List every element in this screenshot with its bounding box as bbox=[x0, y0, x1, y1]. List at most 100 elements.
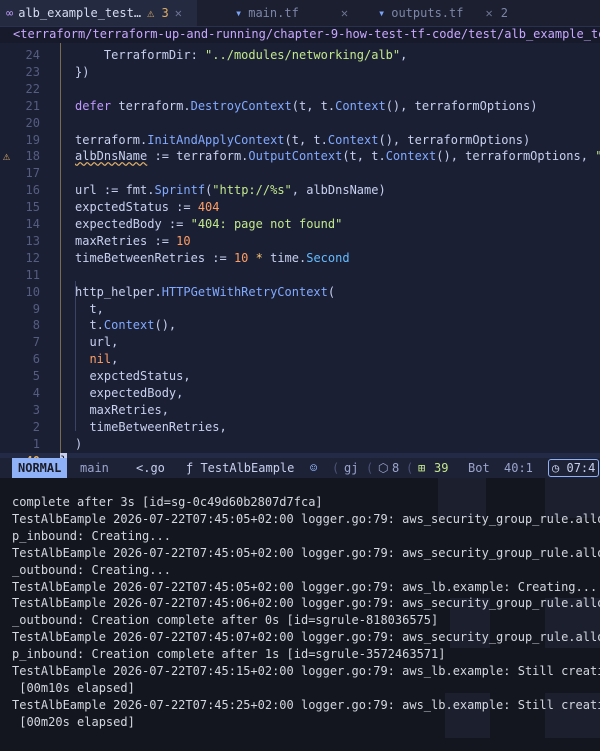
line-number: 23 bbox=[25, 64, 40, 79]
code-line[interactable]: 23}) bbox=[0, 64, 600, 81]
code-text: terraform.InitAndApplyContext(t, t.Conte… bbox=[75, 132, 531, 147]
line-number: 3 bbox=[32, 402, 40, 417]
code-line[interactable]: 6 nil, bbox=[0, 351, 600, 368]
tab-label: outputs.tf bbox=[391, 6, 464, 20]
code-text: nil, bbox=[89, 352, 119, 367]
filetype: <.go bbox=[136, 461, 165, 475]
line-number: 18 bbox=[25, 149, 40, 164]
terminal-line: _outbound: Creating... bbox=[12, 562, 171, 577]
code-line[interactable]: 24 TerraformDir: "../modules/networking/… bbox=[0, 47, 600, 64]
line-number: 9 bbox=[32, 301, 40, 316]
code-line[interactable]: 14 expectedBody := "404: page not found" bbox=[0, 216, 600, 233]
line-number: 6 bbox=[32, 352, 40, 367]
code-text: t.Context(), bbox=[75, 318, 177, 333]
line-number: 2 bbox=[32, 419, 40, 434]
code-line[interactable]: 5 expctedStatus, bbox=[0, 368, 600, 385]
close-icon[interactable]: ✕ bbox=[485, 6, 492, 20]
terminal-output[interactable]: complete after 3s [id=sg-0c49d60b2807d7f… bbox=[0, 478, 600, 751]
terminal-line: TestAlbEample 2026-07-22T07:45:05+02:00 … bbox=[12, 545, 600, 560]
code-text: expctedStatus, bbox=[75, 369, 191, 384]
line-number: 20 bbox=[25, 115, 40, 130]
lsp-icon: ☺ bbox=[310, 461, 318, 475]
code-line[interactable]: 16 url := fmt.Sprintf("http://%s", albDns… bbox=[0, 182, 600, 199]
code-line[interactable]: ⚠ 18 albDnsName := terraform.OutputContext… bbox=[0, 148, 600, 165]
clock: ◷ 07:4 bbox=[548, 459, 600, 477]
code-text: }) bbox=[75, 64, 90, 79]
diagnostics-count: 8 bbox=[392, 461, 400, 475]
code-editor[interactable]: 24 TerraformDir: "../modules/networking/… bbox=[0, 43, 600, 458]
cube-icon: ⬡ bbox=[378, 461, 389, 475]
line-number: 11 bbox=[25, 267, 40, 282]
code-line[interactable]: 15 expctedStatus := 404 bbox=[0, 199, 600, 216]
line-number: 10 bbox=[25, 284, 40, 299]
tab-alb-example-test[interactable]: ∞ alb_example_test… ⚠ 3 ✕ bbox=[0, 0, 197, 26]
current-function: ƒ TestAlbEample bbox=[186, 461, 295, 475]
code-text: url, bbox=[75, 335, 119, 350]
code-text: expctedStatus := 404 bbox=[75, 200, 220, 215]
terminal-line: [00m20s elapsed] bbox=[12, 714, 135, 729]
code-line[interactable]: 2 timeBetweenRetries, bbox=[0, 419, 600, 436]
code-text: maxRetries, bbox=[75, 402, 169, 417]
code-text: defer terraform.DestroyContext(t, t.Cont… bbox=[75, 98, 538, 113]
code-line[interactable]: 3 maxRetries, bbox=[0, 402, 600, 419]
terminal-line: TestAlbEample 2026-07-22T07:45:05+02:00 … bbox=[12, 579, 598, 594]
clock-icon: ◷ bbox=[552, 461, 560, 475]
line-number: 5 bbox=[32, 369, 40, 384]
code-line[interactable]: 20 bbox=[0, 115, 600, 132]
close-icon[interactable]: ✕ bbox=[175, 6, 182, 20]
line-number: 7 bbox=[32, 335, 40, 350]
code-line[interactable]: 17 bbox=[0, 165, 600, 182]
code-text: ) bbox=[75, 436, 83, 451]
plus-icon: ⊞ bbox=[418, 461, 426, 475]
code-line[interactable]: 19 terraform.InitAndApplyContext(t, t.Con… bbox=[0, 132, 600, 149]
added-count: 39 bbox=[434, 461, 449, 475]
code-line[interactable]: 4 expectedBody, bbox=[0, 385, 600, 402]
code-line[interactable]: 10 http_helper.HTTPGetWithRetryContext( bbox=[0, 284, 600, 301]
terminal-line: TestAlbEample 2026-07-22T07:45:05+02:00 … bbox=[12, 511, 600, 526]
code-text: t, bbox=[75, 301, 104, 316]
scroll-position: Bot bbox=[468, 461, 490, 475]
terminal-line: complete after 3s [id=sg-0c49d60b2807d7f… bbox=[12, 495, 323, 509]
code-text: http_helper.HTTPGetWithRetryContext( bbox=[75, 284, 336, 299]
close-icon[interactable]: ✕ bbox=[341, 6, 348, 20]
mode-indicator: NORMAL bbox=[12, 458, 68, 478]
code-line[interactable]: 9 t, bbox=[0, 301, 600, 318]
terminal-line: _outbound: Creation complete after 0s [i… bbox=[12, 613, 439, 628]
line-number: 21 bbox=[25, 98, 40, 113]
code-text: url := fmt.Sprintf("http://%s", albDnsNa… bbox=[75, 183, 386, 198]
terminal-line: [00m10s elapsed] bbox=[12, 680, 135, 695]
line-number: 22 bbox=[25, 81, 40, 96]
line-number: 13 bbox=[25, 233, 40, 248]
tab-label: alb_example_test… bbox=[18, 6, 142, 20]
line-number: 8 bbox=[32, 318, 40, 333]
terminal-line: p_inbound: Creating... bbox=[12, 528, 171, 543]
gj-indicator: gj bbox=[344, 461, 359, 475]
code-text: maxRetries := 10 bbox=[75, 233, 191, 248]
tab-outputs-tf[interactable]: ▾ outputs.tf ✕ 2 bbox=[378, 0, 518, 26]
code-text: TerraformDir: "../modules/networking/alb… bbox=[75, 48, 408, 62]
code-line[interactable]: 1) bbox=[0, 436, 600, 453]
code-line[interactable]: 21 defer terraform.DestroyContext(t, t.Co… bbox=[0, 98, 600, 115]
infinity-icon: ∞ bbox=[6, 6, 14, 20]
line-number: 14 bbox=[25, 217, 40, 231]
code-text: timeBetweenRetries := 10 * time.Second bbox=[75, 250, 350, 265]
code-line[interactable]: 11 bbox=[0, 267, 600, 284]
tab-badge: 2 bbox=[500, 6, 508, 20]
line-number: 15 bbox=[25, 200, 40, 215]
code-line[interactable]: 12 timeBetweenRetries := 10 * time.Second bbox=[0, 250, 600, 267]
line-number: 16 bbox=[25, 183, 40, 198]
code-line[interactable]: 13 maxRetries := 10 bbox=[0, 233, 600, 250]
terminal-line: TestAlbEample 2026-07-22T07:45:25+02:00 … bbox=[12, 697, 600, 712]
code-text: timeBetweenRetries, bbox=[75, 419, 227, 434]
tab-label: main.tf bbox=[248, 6, 299, 20]
terminal-line: TestAlbEample 2026-07-22T07:45:07+02:00 … bbox=[12, 630, 600, 645]
tab-main-tf[interactable]: ▾ main.tf ✕ bbox=[235, 0, 360, 26]
warning-icon[interactable]: ⚠ bbox=[0, 148, 13, 165]
code-line[interactable]: 7 url, bbox=[0, 334, 600, 351]
code-line[interactable]: 22 bbox=[0, 81, 600, 98]
cursor-position: 40:1 bbox=[504, 461, 533, 475]
code-line[interactable]: 8 t.Context(), bbox=[0, 317, 600, 334]
line-number: 19 bbox=[25, 132, 40, 147]
line-number: 12 bbox=[25, 250, 40, 265]
status-line: NORMAL main <.go ƒ TestAlbEample ☺ ( gj … bbox=[0, 458, 600, 478]
